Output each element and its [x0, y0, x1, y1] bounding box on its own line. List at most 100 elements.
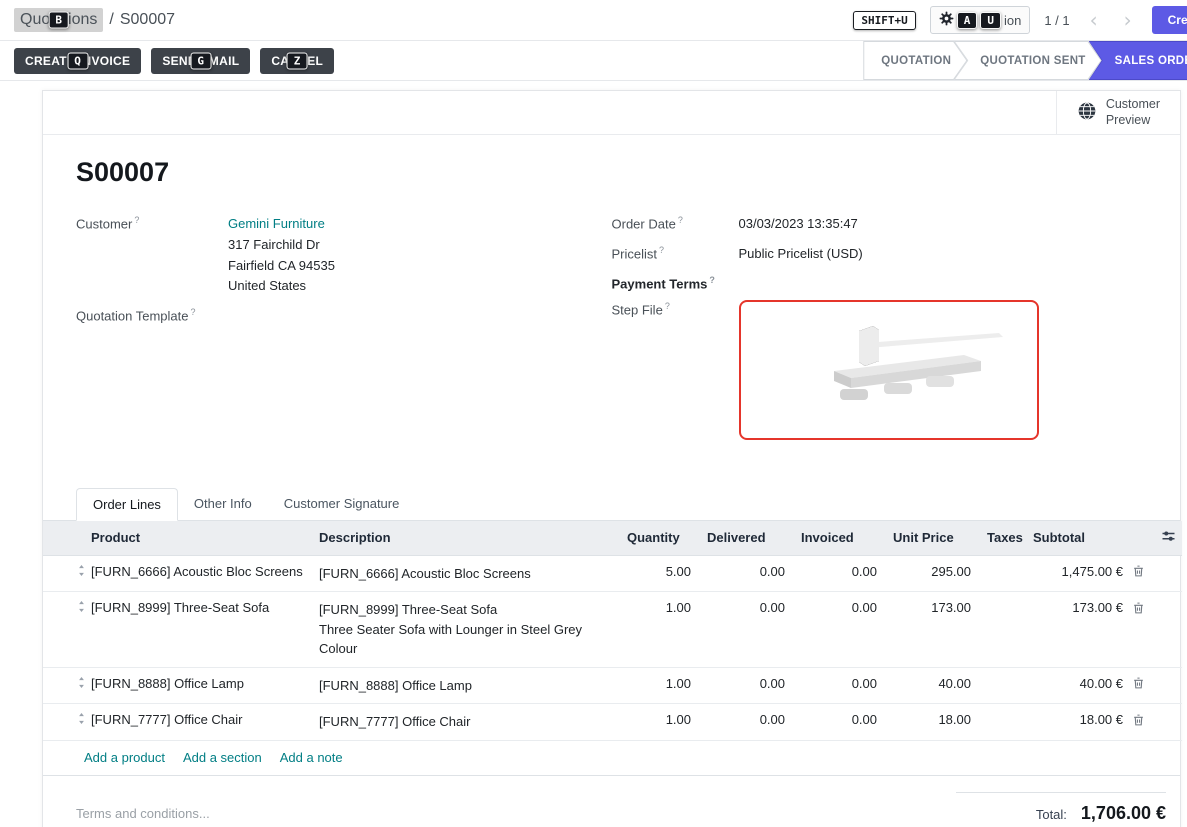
customer-field-value: Gemini Furniture 317 Fairchild Dr Fairfi… — [228, 214, 335, 297]
row-drag-handle[interactable] — [43, 592, 83, 668]
chevron-right-icon: › — [1124, 8, 1132, 32]
cell-taxes[interactable] — [979, 555, 1025, 592]
send-email-button[interactable]: SEND EMAIL G — [151, 48, 250, 74]
add-product-link[interactable]: Add a product — [84, 750, 165, 765]
stage-sales-order[interactable]: SALES ORDER — [1089, 41, 1187, 80]
cell-spacer — [1153, 555, 1182, 592]
order-lines-table: Product Description Quantity Delivered I… — [43, 521, 1182, 741]
col-quantity: Quantity — [619, 521, 699, 556]
cell-quantity[interactable]: 5.00 — [619, 555, 699, 592]
field-step-file: Step File? — [612, 300, 1148, 440]
cancel-button[interactable]: CANCEL Z — [260, 48, 334, 74]
breadcrumb-current: S00007 — [120, 11, 175, 29]
cell-description[interactable]: [FURN_7777] Office Chair — [311, 704, 619, 741]
globe-icon — [1077, 101, 1097, 124]
row-drag-handle[interactable] — [43, 704, 83, 741]
step-file-image[interactable] — [739, 300, 1039, 440]
cell-invoiced[interactable]: 0.00 — [793, 592, 885, 668]
cell-taxes[interactable] — [979, 667, 1025, 704]
cell-product[interactable]: [FURN_7777] Office Chair — [83, 704, 311, 741]
cell-invoiced[interactable]: 0.00 — [793, 667, 885, 704]
cell-quantity[interactable]: 1.00 — [619, 704, 699, 741]
stage-quotation-sent[interactable]: QUOTATION SENT — [954, 41, 1101, 80]
cell-delivered[interactable]: 0.00 — [699, 555, 793, 592]
customer-address-line2: Fairfield CA 94535 — [228, 256, 335, 277]
optional-columns-header — [1153, 521, 1182, 556]
cell-taxes[interactable] — [979, 704, 1025, 741]
add-note-link[interactable]: Add a note — [280, 750, 343, 765]
cell-delivered[interactable]: 0.00 — [699, 667, 793, 704]
field-pricelist: Pricelist? Public Pricelist (USD) — [612, 244, 1148, 265]
cell-subtotal: 173.00 € — [1025, 592, 1153, 668]
cell-spacer — [1153, 592, 1182, 668]
cell-spacer — [1153, 704, 1182, 741]
cell-unit-price[interactable]: 173.00 — [885, 592, 979, 668]
cell-description[interactable]: [FURN_8999] Three-Seat Sofa Three Seater… — [311, 592, 619, 668]
stage-quotation-label: QUOTATION — [881, 55, 951, 67]
help-icon: ? — [191, 307, 196, 317]
kbd-hint-q: Q — [67, 52, 88, 69]
cell-unit-price[interactable]: 295.00 — [885, 555, 979, 592]
field-quotation-template: Quotation Template? — [76, 306, 612, 323]
terms-and-conditions-input[interactable]: Terms and conditions... — [76, 792, 210, 824]
create-button[interactable]: Create — [1152, 6, 1187, 34]
pricelist-value[interactable]: Public Pricelist (USD) — [739, 244, 863, 265]
action-menu-button[interactable]: A U ion — [930, 6, 1031, 34]
step-file-3d-render — [764, 313, 1014, 426]
field-order-date: Order Date? 03/03/2023 13:35:47 — [612, 214, 1148, 235]
tab-customer-signature[interactable]: Customer Signature — [268, 488, 416, 521]
delete-row-button[interactable] — [1132, 601, 1145, 615]
tab-order-lines[interactable]: Order Lines — [76, 488, 178, 521]
field-customer: Customer? Gemini Furniture 317 Fairchild… — [76, 214, 612, 297]
col-invoiced: Invoiced — [793, 521, 885, 556]
delete-row-button[interactable] — [1132, 676, 1145, 690]
customer-link[interactable]: Gemini Furniture — [228, 216, 325, 231]
cell-delivered[interactable]: 0.00 — [699, 704, 793, 741]
customer-address-line1: 317 Fairchild Dr — [228, 235, 335, 256]
sheet-top-strip: Customer Preview — [43, 91, 1180, 135]
cell-delivered[interactable]: 0.00 — [699, 592, 793, 668]
cell-invoiced[interactable]: 0.00 — [793, 555, 885, 592]
form-sheet: Customer Preview S00007 Customer? Gemini… — [42, 90, 1181, 827]
cell-subtotal: 1,475.00 € — [1025, 555, 1153, 592]
delete-row-button[interactable] — [1132, 564, 1145, 578]
create-invoice-button[interactable]: CREATE INVOICE Q — [14, 48, 141, 74]
add-section-link[interactable]: Add a section — [183, 750, 262, 765]
cell-unit-price[interactable]: 40.00 — [885, 667, 979, 704]
pricelist-label-text: Pricelist — [612, 246, 658, 261]
table-row: [FURN_8888] Office Lamp [FURN_8888] Offi… — [43, 667, 1182, 704]
cell-description[interactable]: [FURN_8888] Office Lamp — [311, 667, 619, 704]
breadcrumb-parent[interactable]: Quotations B — [14, 8, 103, 32]
table-row: [FURN_7777] Office Chair [FURN_7777] Off… — [43, 704, 1182, 741]
breadcrumb-separator: / — [109, 11, 113, 29]
customer-preview-button[interactable]: Customer Preview — [1056, 91, 1180, 134]
pager-next-button[interactable]: › — [1118, 10, 1138, 30]
cell-description[interactable]: [FURN_6666] Acoustic Bloc Screens — [311, 555, 619, 592]
tab-other-info[interactable]: Other Info — [178, 488, 268, 521]
customer-label-text: Customer — [76, 216, 132, 231]
payment-terms-label-text: Payment Terms — [612, 276, 708, 291]
optional-columns-button[interactable] — [1161, 529, 1176, 544]
kbd-hint-shift-u: SHIFT+U — [853, 11, 915, 30]
order-date-value[interactable]: 03/03/2023 13:35:47 — [739, 214, 858, 235]
top-bar-right: SHIFT+U A U ion 1 / 1 — [853, 6, 1187, 34]
field-payment-terms: Payment Terms? — [612, 274, 1148, 291]
total-block: Total: 1,706.00 € — [956, 792, 1166, 824]
cell-quantity[interactable]: 1.00 — [619, 667, 699, 704]
cell-product[interactable]: [FURN_8999] Three-Seat Sofa — [83, 592, 311, 668]
cell-quantity[interactable]: 1.00 — [619, 592, 699, 668]
delete-row-button[interactable] — [1132, 713, 1145, 727]
cell-invoiced[interactable]: 0.00 — [793, 704, 885, 741]
cell-product[interactable]: [FURN_6666] Acoustic Bloc Screens — [83, 555, 311, 592]
col-description: Description — [311, 521, 619, 556]
field-grid: Customer? Gemini Furniture 317 Fairchild… — [76, 214, 1147, 449]
row-drag-handle[interactable] — [43, 555, 83, 592]
cell-taxes[interactable] — [979, 592, 1025, 668]
table-row: [FURN_8999] Three-Seat Sofa [FURN_8999] … — [43, 592, 1182, 668]
pager-prev-button[interactable]: ‹ — [1084, 10, 1104, 30]
stage-quotation[interactable]: QUOTATION — [863, 41, 967, 80]
row-drag-handle[interactable] — [43, 667, 83, 704]
cell-unit-price[interactable]: 18.00 — [885, 704, 979, 741]
cell-product[interactable]: [FURN_8888] Office Lamp — [83, 667, 311, 704]
subtotal-value: 40.00 € — [1080, 676, 1123, 691]
